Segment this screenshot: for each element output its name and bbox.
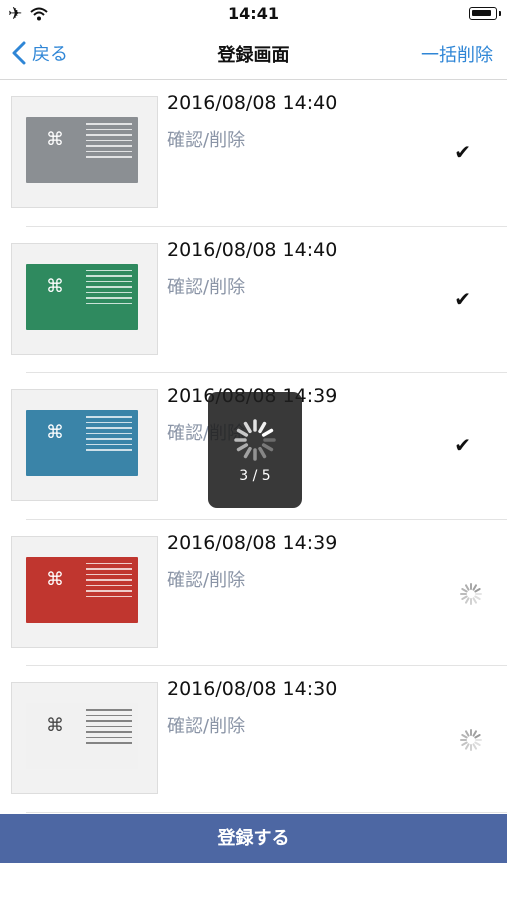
spinner-icon <box>234 419 276 461</box>
business-card-image: ⌘ <box>26 263 138 330</box>
business-card-thumbnail: ⌘ <box>11 389 158 501</box>
confirm-delete-link[interactable]: 確認/削除 <box>167 273 245 299</box>
item-date: 2016/08/08 14:39 <box>167 531 338 554</box>
loading-spinner-icon <box>460 729 482 751</box>
command-logo-icon: ⌘ <box>46 275 64 297</box>
list-item[interactable]: ⌘ 2016/08/08 14:30 確認/削除 <box>0 666 507 813</box>
business-card-thumbnail: ⌘ <box>11 682 158 794</box>
business-card-image: ⌘ <box>26 703 138 769</box>
business-card-thumbnail: ⌘ <box>11 535 158 648</box>
back-button[interactable]: 戻る <box>12 38 68 68</box>
item-date: 2016/08/08 14:40 <box>167 238 338 261</box>
list-item[interactable]: ⌘ 2016/08/08 14:40 確認/削除 ✔ <box>0 227 507 373</box>
checkmark-icon: ✔ <box>454 286 471 311</box>
command-logo-icon: ⌘ <box>46 715 64 736</box>
status-time: 14:41 <box>228 4 279 23</box>
business-card-thumbnail: ⌘ <box>11 242 158 355</box>
list-item[interactable]: ⌘ 2016/08/08 14:40 確認/削除 ✔ <box>0 80 507 227</box>
business-card-image: ⌘ <box>26 556 138 623</box>
confirm-delete-link[interactable]: 確認/削除 <box>167 126 245 152</box>
navigation-bar: 戻る 登録画面 一括削除 <box>0 28 507 80</box>
status-bar: ✈ 14:41 <box>0 0 507 28</box>
item-date: 2016/08/08 14:30 <box>167 678 338 700</box>
progress-count: 3 / 5 <box>239 468 271 484</box>
business-card-image: ⌘ <box>26 117 138 183</box>
row-divider <box>26 811 507 813</box>
command-logo-icon: ⌘ <box>46 568 64 590</box>
list-item[interactable]: ⌘ 2016/08/08 14:39 確認/削除 <box>0 520 507 666</box>
loading-spinner-icon <box>460 582 482 605</box>
progress-hud: 3 / 5 <box>208 392 302 508</box>
checkmark-icon: ✔ <box>454 140 471 164</box>
command-logo-icon: ⌘ <box>46 422 64 443</box>
confirm-delete-link[interactable]: 確認/削除 <box>167 566 245 592</box>
command-logo-icon: ⌘ <box>46 129 64 150</box>
confirm-delete-link[interactable]: 確認/削除 <box>167 712 245 738</box>
battery-icon <box>469 7 501 20</box>
item-date: 2016/08/08 14:40 <box>167 92 338 114</box>
business-card-thumbnail: ⌘ <box>11 96 158 208</box>
register-button[interactable]: 登録する <box>0 814 507 863</box>
chevron-left-icon <box>12 41 26 65</box>
back-label: 戻る <box>32 44 68 65</box>
business-card-image: ⌘ <box>26 410 138 476</box>
checkmark-icon: ✔ <box>454 433 471 457</box>
bulk-delete-button[interactable]: 一括削除 <box>421 41 493 67</box>
